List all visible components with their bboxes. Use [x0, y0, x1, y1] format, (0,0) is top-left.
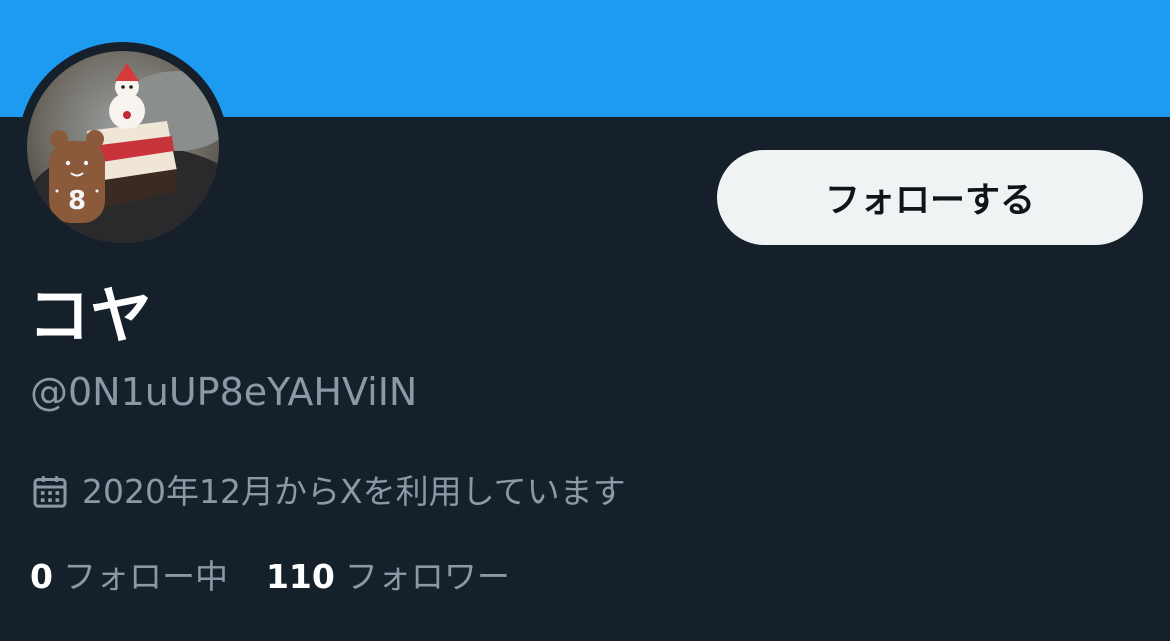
- followers-link[interactable]: 110 フォロワー: [266, 554, 510, 600]
- following-count: 0: [30, 557, 53, 596]
- following-label: フォロー中: [62, 557, 228, 596]
- followers-count: 110: [265, 557, 335, 596]
- followers-label: フォロワー: [344, 557, 510, 596]
- follow-button[interactable]: フォローする: [717, 150, 1143, 245]
- profile-handle: @0N1uUP8eYAHViIN: [30, 370, 418, 414]
- calendar-icon: [33, 476, 67, 508]
- joined-text: 2020年12月からXを利用しています: [82, 472, 626, 511]
- svg-text:8: 8: [68, 186, 86, 216]
- profile-display-name: コヤ: [28, 279, 153, 352]
- profile-avatar[interactable]: 8: [18, 42, 228, 252]
- joined-date: 2020年12月からXを利用しています: [30, 470, 626, 514]
- avatar-image: 8: [27, 51, 219, 243]
- profile-stats: 0 フォロー中 110 フォロワー: [30, 554, 510, 600]
- following-link[interactable]: 0 フォロー中: [30, 554, 228, 600]
